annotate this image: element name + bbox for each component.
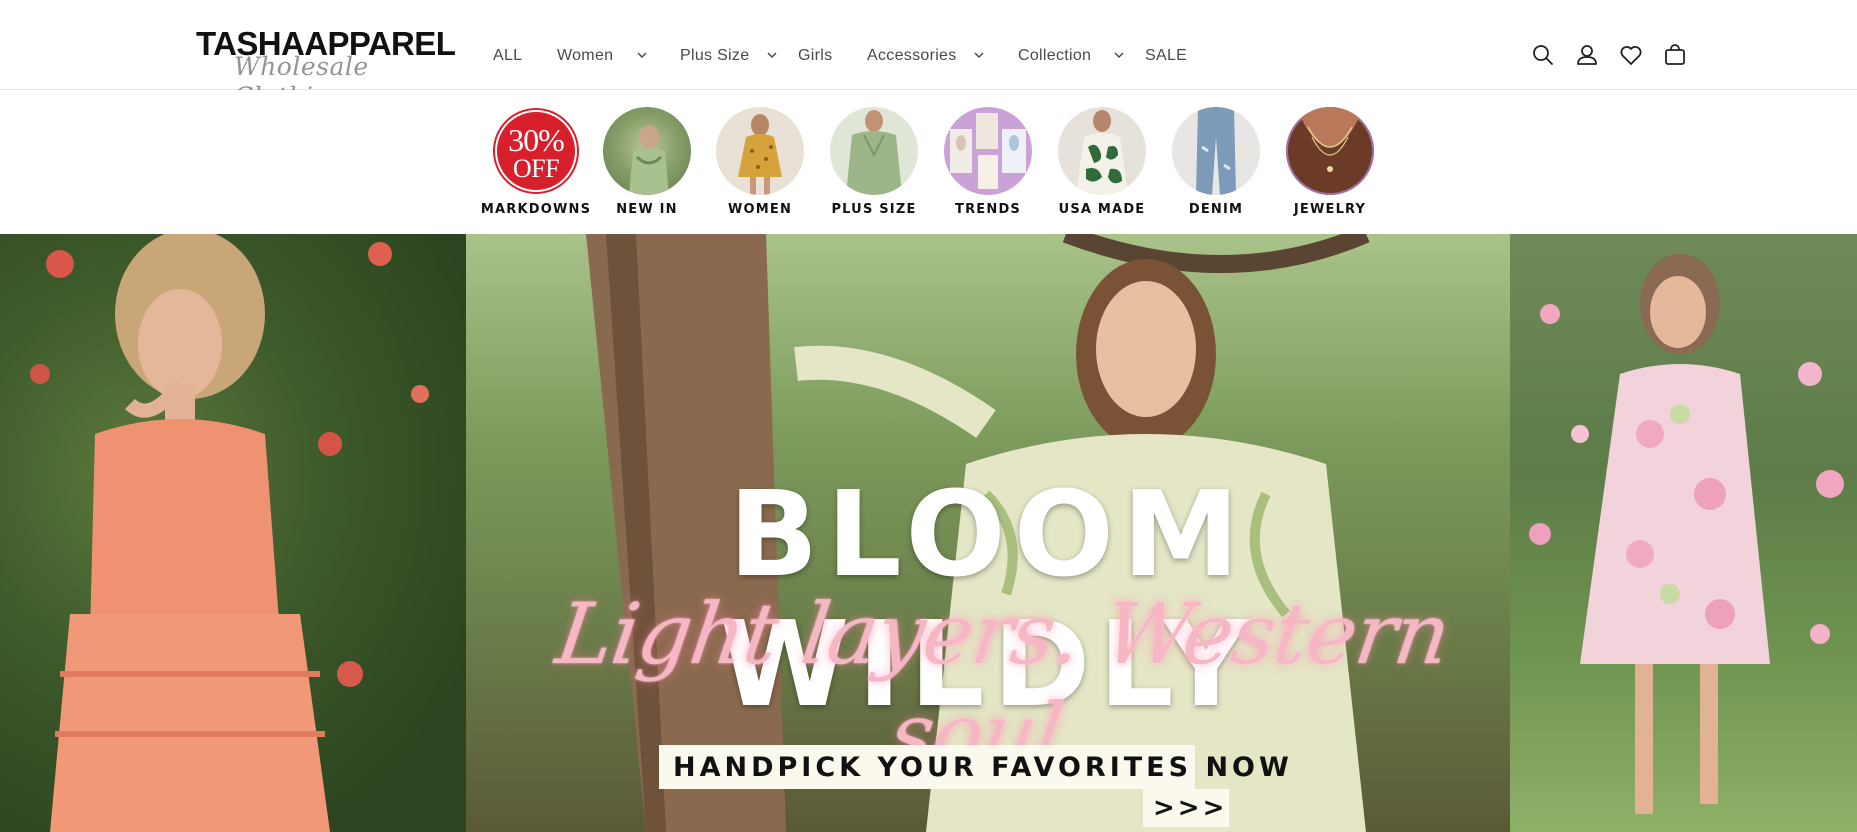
category-markdowns[interactable]: 30% OFF MARKDOWNS bbox=[479, 107, 593, 231]
category-usa-made[interactable]: USA MADE bbox=[1045, 107, 1159, 231]
category-usa-made-image bbox=[1058, 107, 1146, 195]
category-trends[interactable]: TRENDS bbox=[931, 107, 1045, 231]
category-women[interactable]: WOMEN bbox=[703, 107, 817, 231]
right-model-illustration bbox=[1529, 254, 1844, 814]
chevron-down-icon[interactable] bbox=[636, 49, 648, 61]
category-label: NEW IN bbox=[616, 202, 678, 217]
badge-off: OFF bbox=[512, 154, 560, 183]
cta-arrow-button[interactable]: >>> bbox=[1143, 789, 1229, 827]
nav-item-all[interactable]: ALL bbox=[493, 44, 522, 68]
trends-photo bbox=[950, 113, 1026, 189]
category-label: PLUS SIZE bbox=[831, 202, 917, 217]
category-label: JEWELRY bbox=[1293, 202, 1367, 217]
category-label: DENIM bbox=[1188, 202, 1244, 217]
nav-item-sale[interactable]: SALE bbox=[1145, 44, 1187, 68]
nav-item-plus-size[interactable]: Plus Size bbox=[680, 44, 749, 68]
left-model-illustration bbox=[30, 234, 429, 832]
usa-made-photo bbox=[1076, 110, 1128, 195]
markdown-badge: 30% OFF bbox=[495, 110, 577, 192]
chevron-down-icon[interactable] bbox=[1113, 49, 1125, 61]
category-denim-image bbox=[1172, 107, 1260, 195]
denim-photo bbox=[1196, 107, 1236, 195]
category-markdowns-image: 30% OFF bbox=[492, 107, 580, 195]
site-header: TASHAAPPAREL Wholesale Clothing ALL Wome… bbox=[0, 0, 1857, 111]
cta-label: HANDPICK YOUR FAVORITES NOW bbox=[673, 752, 1293, 783]
hero-banner[interactable]: BLOOM WILDLY Light layers. Western soul.… bbox=[0, 234, 1857, 832]
jewelry-photo bbox=[1296, 107, 1364, 172]
plus-size-photo bbox=[846, 110, 902, 195]
brand-logo[interactable]: TASHAAPPAREL Wholesale Clothing bbox=[196, 25, 456, 111]
nav-item-accessories[interactable]: Accessories bbox=[867, 44, 957, 68]
badge-percent: 30% bbox=[508, 122, 565, 158]
cta-arrow-icon: >>> bbox=[1153, 793, 1228, 823]
category-jewelry[interactable]: JEWELRY bbox=[1273, 107, 1387, 231]
nav-item-girls[interactable]: Girls bbox=[798, 44, 832, 68]
women-photo bbox=[738, 114, 782, 195]
category-label: MARKDOWNS bbox=[480, 202, 592, 217]
nav-item-women[interactable]: Women bbox=[557, 44, 613, 68]
category-new-in-image bbox=[603, 107, 691, 195]
new-in-photo bbox=[629, 125, 669, 195]
cart-icon[interactable] bbox=[1662, 42, 1688, 68]
category-women-image bbox=[716, 107, 804, 195]
category-denim[interactable]: DENIM bbox=[1159, 107, 1273, 231]
search-icon[interactable] bbox=[1530, 42, 1556, 68]
category-label: USA MADE bbox=[1058, 202, 1146, 217]
chevron-down-icon[interactable] bbox=[973, 49, 985, 61]
wishlist-heart-icon[interactable] bbox=[1618, 42, 1644, 68]
category-plus-size-image bbox=[830, 107, 918, 195]
hero-left-photo bbox=[0, 234, 466, 832]
category-label: WOMEN bbox=[727, 202, 793, 217]
handpick-cta-button[interactable]: HANDPICK YOUR FAVORITES NOW bbox=[659, 745, 1289, 789]
category-plus-size[interactable]: PLUS SIZE bbox=[817, 107, 931, 231]
category-strip: 30% OFF MARKDOWNS NEW IN WOMEN PLUS SIZE… bbox=[0, 90, 1857, 234]
hero-center-photo: BLOOM WILDLY Light layers. Western soul.… bbox=[466, 234, 1510, 832]
category-new-in[interactable]: NEW IN bbox=[590, 107, 704, 231]
category-jewelry-image bbox=[1286, 107, 1374, 195]
hero-right-photo bbox=[1510, 234, 1857, 832]
nav-item-collection[interactable]: Collection bbox=[1018, 44, 1091, 68]
category-label: TRENDS bbox=[955, 202, 1021, 217]
account-icon[interactable] bbox=[1574, 42, 1600, 68]
chevron-down-icon[interactable] bbox=[766, 49, 778, 61]
category-trends-image bbox=[944, 107, 1032, 195]
